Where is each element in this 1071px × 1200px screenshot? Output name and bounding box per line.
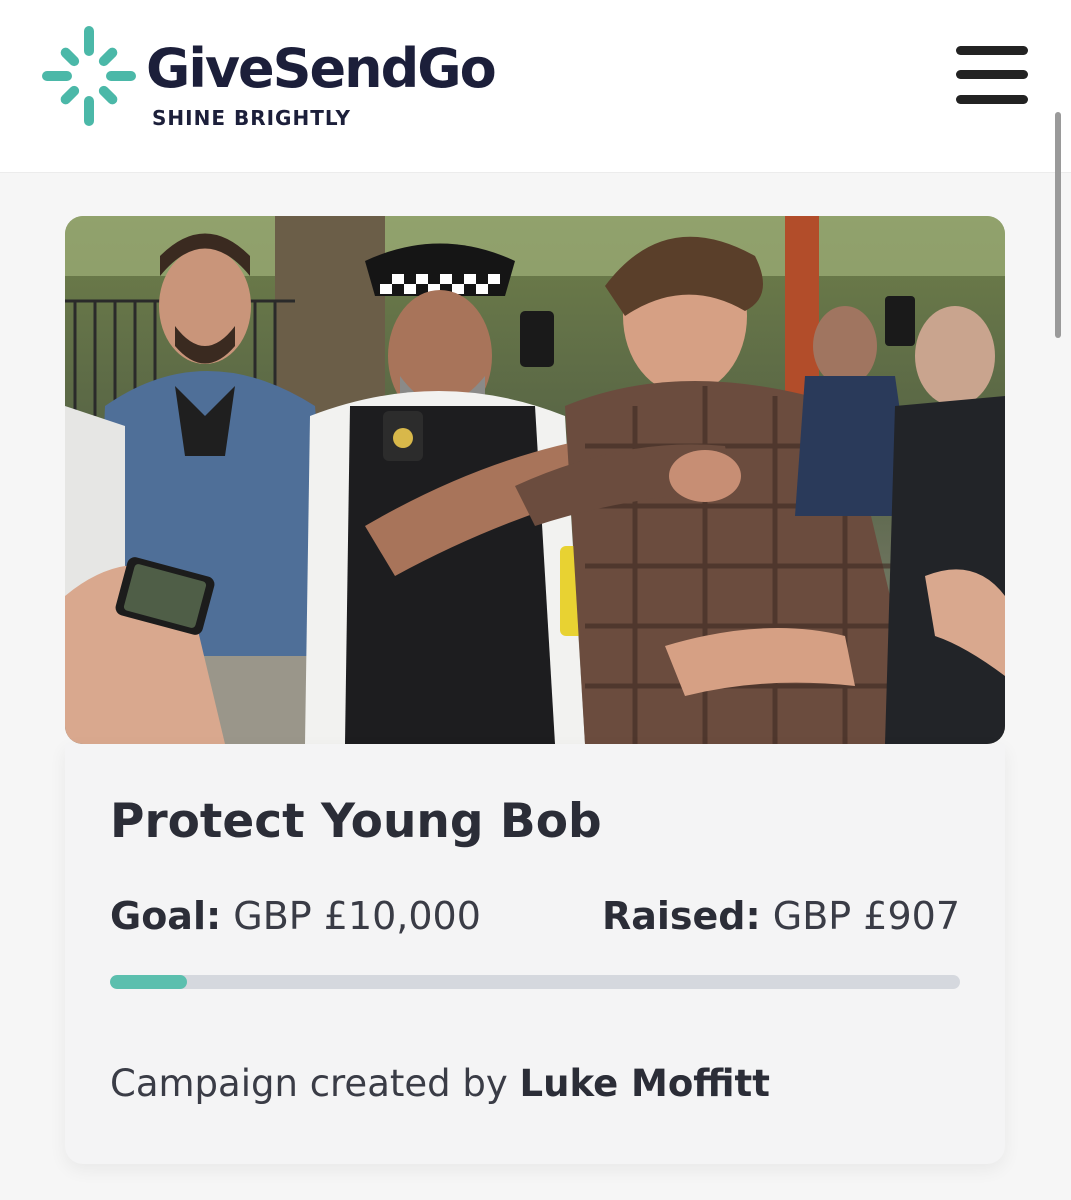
campaign-creator: Campaign created by Luke Moffitt	[110, 1062, 770, 1105]
campaign-info-card: Protect Young Bob Goal: GBP £10,000 Rais…	[65, 744, 1005, 1164]
campaign-title[interactable]: Protect Young Bob	[110, 794, 602, 849]
funding-progress-bar	[110, 975, 960, 989]
campaign-page: GiveSendGo SHINE BRIGHTLY Protect Young …	[0, 0, 1071, 1200]
campaign-photo[interactable]	[65, 216, 1005, 744]
raised-label: Raised:	[601, 894, 761, 938]
brand-name: GiveSendGo	[146, 37, 497, 100]
hamburger-menu-button[interactable]	[952, 42, 1032, 114]
creator-name[interactable]: Luke Moffitt	[520, 1062, 770, 1105]
hamburger-menu-bar	[956, 70, 1028, 79]
vertical-scrollbar[interactable]	[1055, 112, 1061, 338]
site-header: GiveSendGo SHINE BRIGHTLY	[0, 0, 1071, 173]
hamburger-menu-bar	[956, 95, 1028, 104]
sunburst-logo-icon	[42, 26, 136, 126]
raised-value: GBP £907	[772, 894, 960, 938]
brand-tagline: SHINE BRIGHTLY	[152, 106, 351, 130]
campaign-photo-illustration	[65, 216, 1005, 744]
raised-stat: Raised: GBP £907	[602, 894, 960, 938]
funding-progress-fill	[110, 975, 188, 989]
hamburger-menu-icon	[956, 46, 1028, 55]
brand-logo[interactable]: GiveSendGo SHINE BRIGHTLY	[40, 24, 540, 134]
goal-label: Goal:	[110, 894, 222, 938]
goal-value: GBP £10,000	[233, 894, 481, 938]
creator-prefix: Campaign created by	[110, 1062, 508, 1105]
goal-stat: Goal: GBP £10,000	[110, 894, 481, 938]
